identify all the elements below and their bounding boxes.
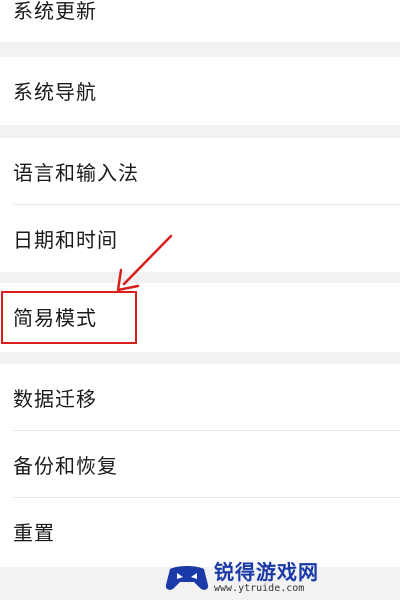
gamepad-logo-icon: [165, 566, 209, 590]
settings-item-label: 重置: [13, 521, 55, 545]
settings-screen: 系统更新 系统导航 语言和输入法 日期和时间 简易模式 数据迁移 备份和恢复 重…: [0, 0, 400, 600]
settings-group-language-datetime: 语言和输入法 日期和时间: [0, 138, 400, 272]
settings-item-language-input[interactable]: 语言和输入法: [0, 138, 400, 205]
settings-item-label: 语言和输入法: [13, 161, 139, 185]
settings-item-label: 系统导航: [13, 80, 97, 104]
settings-item-system-navigation[interactable]: 系统导航: [0, 57, 400, 124]
settings-item-system-update[interactable]: 系统更新: [0, 0, 400, 42]
settings-group-system-navigation: 系统导航: [0, 57, 400, 125]
watermark-title: 锐得游戏网: [214, 560, 319, 584]
settings-item-date-time[interactable]: 日期和时间: [0, 205, 400, 272]
settings-group-data-backup: 数据迁移 备份和恢复 重置: [0, 364, 400, 567]
watermark-url: www.ytruide.com: [214, 583, 305, 594]
settings-item-data-migration[interactable]: 数据迁移: [0, 364, 400, 431]
settings-item-label: 备份和恢复: [13, 454, 118, 478]
watermark: 锐得游戏网 www.ytruide.com: [164, 558, 394, 598]
settings-item-label: 系统更新: [13, 0, 97, 23]
settings-group-system-update: 系统更新: [0, 0, 400, 42]
settings-item-label: 日期和时间: [13, 228, 118, 252]
settings-item-reset[interactable]: 重置: [0, 498, 400, 565]
highlight-box: [1, 291, 137, 344]
settings-item-backup-restore[interactable]: 备份和恢复: [0, 431, 400, 498]
settings-item-label: 数据迁移: [13, 387, 97, 411]
